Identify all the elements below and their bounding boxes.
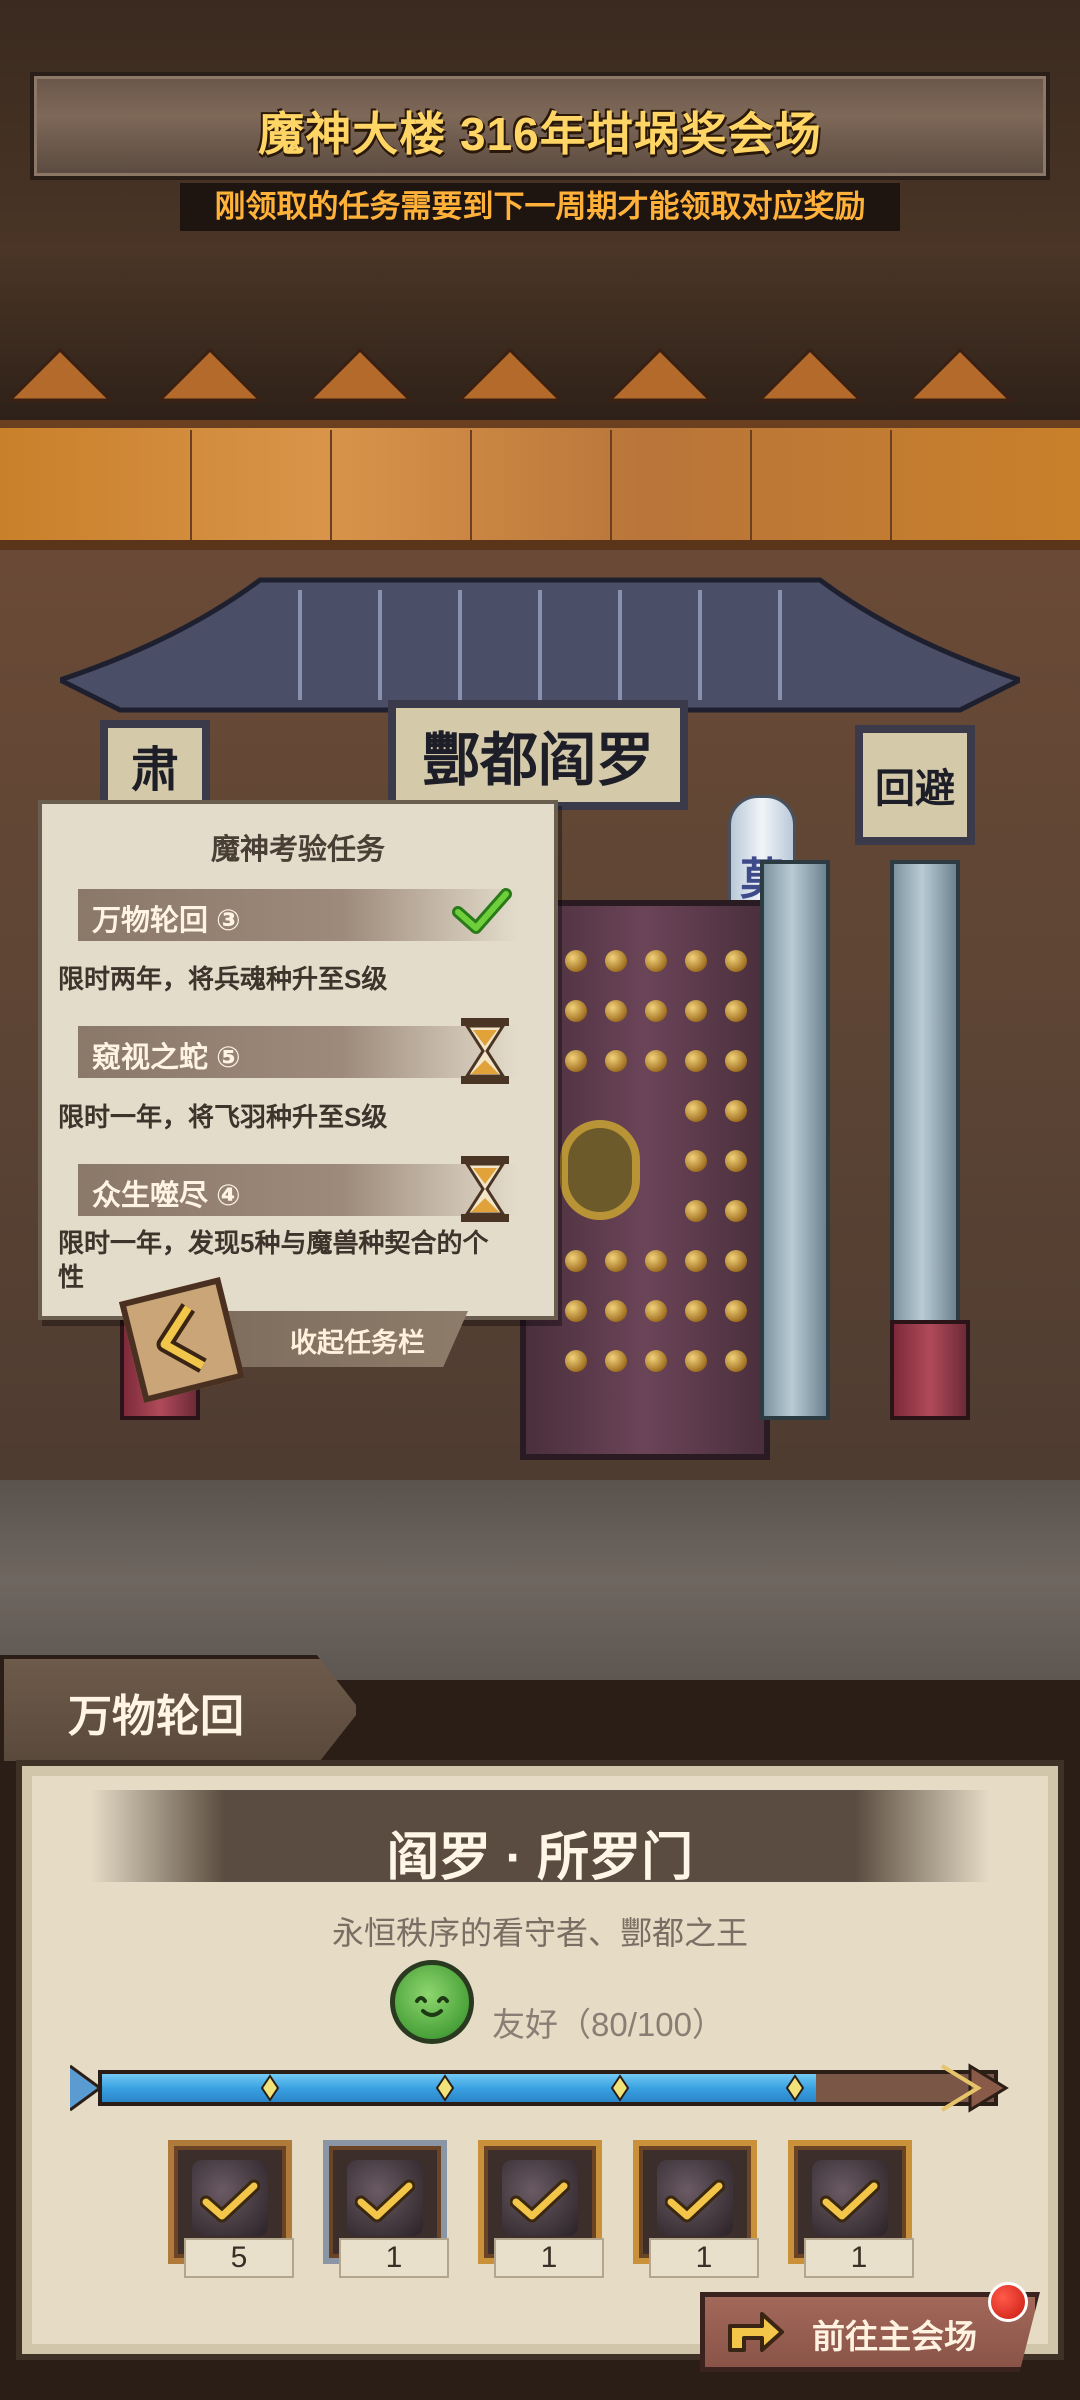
- character-name: 阎罗 · 所罗门: [386, 1829, 694, 1887]
- friendly-face-icon: [390, 1960, 474, 2044]
- collapse-label: 收起任务栏: [290, 1328, 425, 1358]
- door-stud: [645, 1050, 667, 1072]
- door-stud: [565, 950, 587, 972]
- task-name: 众生噬尽 ④: [92, 1180, 241, 1212]
- door-stud: [645, 1000, 667, 1022]
- door-stud: [725, 950, 747, 972]
- reward-count: 1: [339, 2238, 449, 2278]
- reward-count: 1: [804, 2238, 914, 2278]
- door-stud: [565, 1300, 587, 1322]
- door-stud: [605, 950, 627, 972]
- task-item[interactable]: 窥视之蛇 ⑤: [78, 1026, 518, 1078]
- door-stud: [685, 1300, 707, 1322]
- door-stud: [645, 1350, 667, 1372]
- main-plaque: 酆都阎罗: [388, 700, 688, 810]
- door-stud: [725, 1200, 747, 1222]
- beam-divider: [190, 430, 192, 540]
- task-name: 窥视之蛇 ⑤: [92, 1042, 241, 1074]
- door-stud: [725, 1000, 747, 1022]
- relation-progress-bar: [70, 2062, 1010, 2114]
- door-stud: [725, 1050, 747, 1072]
- character-subtitle: 永恒秩序的看守者、酆都之王: [331, 1915, 748, 1951]
- door-stud: [685, 1050, 707, 1072]
- door-stud: [565, 1250, 587, 1272]
- door-stud: [565, 1000, 587, 1022]
- chevron-left-icon: [156, 1303, 207, 1373]
- task-name: 万物轮回 ③: [92, 905, 241, 937]
- door-stud: [685, 950, 707, 972]
- door-stud: [685, 1150, 707, 1172]
- door-stud: [685, 1000, 707, 1022]
- door-stud: [605, 1350, 627, 1372]
- beam-divider: [610, 430, 612, 540]
- check-icon: [355, 2179, 415, 2223]
- reward-count: 1: [494, 2238, 604, 2278]
- temple-roof: [60, 577, 1020, 713]
- arrow-icon: [728, 2312, 784, 2352]
- door-stud: [685, 1100, 707, 1122]
- door-stud: [645, 1250, 667, 1272]
- check-icon: [510, 2179, 570, 2223]
- door-stud: [645, 950, 667, 972]
- beam-divider: [890, 430, 892, 540]
- door-stud: [685, 1350, 707, 1372]
- reward-count: 1: [649, 2238, 759, 2278]
- door-knocker: [560, 1120, 640, 1220]
- task-panel-title: 魔神考验任务: [210, 834, 385, 866]
- door-stud: [685, 1200, 707, 1222]
- check-icon: [200, 2179, 260, 2223]
- left-plaque: 肃: [100, 720, 210, 810]
- door-stud: [605, 1000, 627, 1022]
- progress-frame: [70, 2063, 1009, 2113]
- check-icon: [452, 888, 512, 934]
- pillar-base: [890, 1320, 970, 1420]
- task-description: 限时两年，将兵魂种升至S级: [58, 964, 388, 994]
- door-stud: [725, 1250, 747, 1272]
- notice-text: 刚领取的任务需要到下一周期才能领取对应奖励: [180, 183, 900, 231]
- door-stud: [725, 1350, 747, 1372]
- door-stud: [685, 1250, 707, 1272]
- beam-divider: [470, 430, 472, 540]
- venue-title: 魔神大楼 316年坩埚奖会场: [258, 108, 822, 160]
- task-description: 限时一年，发现5种与魔兽种契合的个性: [58, 1228, 489, 1292]
- door-stud: [725, 1100, 747, 1122]
- door-stud: [645, 1300, 667, 1322]
- notification-dot: [988, 2282, 1028, 2322]
- pillar: [760, 860, 830, 1420]
- task-item[interactable]: 众生噬尽 ④: [78, 1164, 518, 1216]
- door-stud: [565, 1050, 587, 1072]
- eave-ornaments: [6, 347, 1014, 402]
- task-description: 限时一年，将飞羽种升至S级: [58, 1102, 388, 1132]
- door-stud: [605, 1300, 627, 1322]
- door-stud: [565, 1350, 587, 1372]
- hourglass-icon: [461, 1156, 509, 1222]
- door-stud: [605, 1050, 627, 1072]
- check-icon: [820, 2179, 880, 2223]
- check-icon: [665, 2179, 725, 2223]
- right-plaque: 回避: [855, 725, 975, 845]
- task-panel: 魔神考验任务 万物轮回 ③ 限时两年，将兵魂种升至S级 窥视之蛇 ⑤ 限时一年，…: [38, 800, 558, 1320]
- golden-beam: [0, 420, 1080, 550]
- door-stud: [605, 1250, 627, 1272]
- go-button-label: 前往主会场: [812, 2318, 977, 2355]
- section-tab-label: 万物轮回: [68, 1692, 244, 1741]
- door-stud: [725, 1150, 747, 1172]
- reward-count: 5: [184, 2238, 294, 2278]
- beam-divider: [750, 430, 752, 540]
- hourglass-icon: [461, 1018, 509, 1084]
- relation-label: 友好（80/100）: [492, 2006, 725, 2043]
- stone-floor: [0, 1480, 1080, 1680]
- beam-divider: [330, 430, 332, 540]
- door-stud: [725, 1300, 747, 1322]
